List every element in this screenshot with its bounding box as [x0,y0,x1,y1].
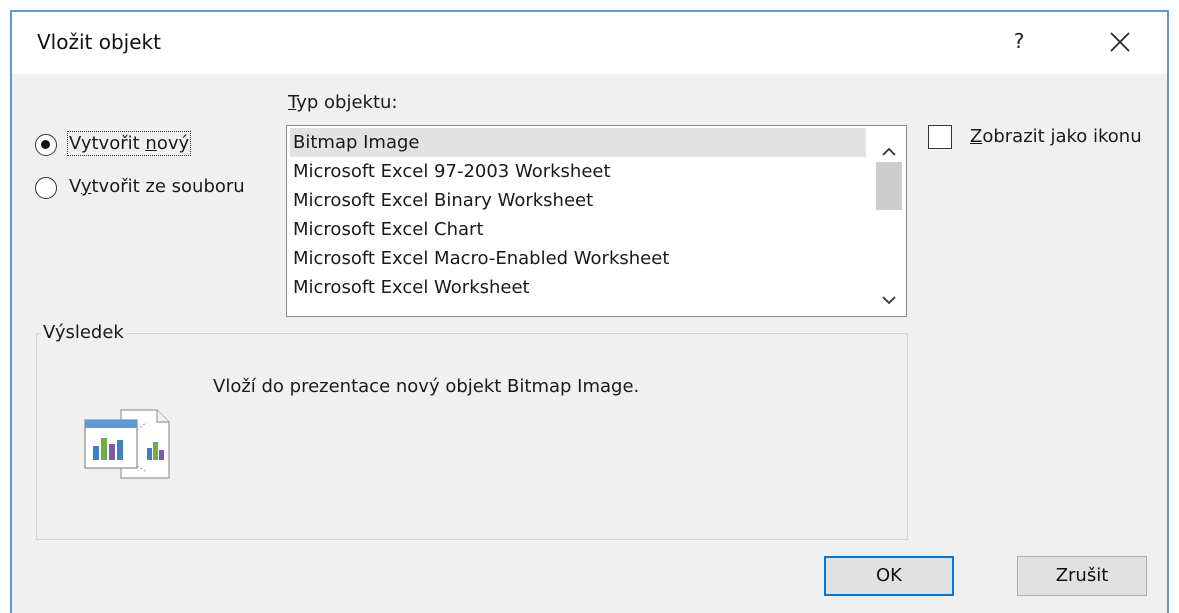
list-item[interactable]: Microsoft Excel Worksheet [290,273,866,302]
display-as-icon-checkbox[interactable]: Zobrazit jako ikonu [928,125,1168,155]
object-type-label: Typ objektu: [288,92,397,113]
title-bar: Vložit objekt ? [12,12,1167,74]
label-part: Vytvořit [69,133,146,154]
radio-create-new-circle[interactable] [35,134,57,156]
ok-button[interactable]: OK [824,556,954,596]
result-group: Výsledek Vloží do prezentace nový objekt… [36,322,908,540]
radio-create-from-file-label: Vytvořit ze souboru [69,176,245,197]
object-type-list[interactable]: Bitmap Image Microsoft Excel 97-2003 Wor… [286,125,907,317]
list-item[interactable]: Microsoft Excel Binary Worksheet [290,186,866,215]
radio-selected-dot [41,140,50,149]
cancel-button[interactable]: Zrušit [1017,556,1147,596]
close-icon [1110,32,1130,52]
label-part: ový [156,133,190,154]
dialog-title: Vložit objekt [37,30,161,54]
radio-create-new[interactable]: Vytvořit nový [35,131,285,161]
label-part: obrazit jako ikonu [982,126,1142,147]
result-description: Vloží do prezentace nový objekt Bitmap I… [213,376,640,397]
scroll-down-button[interactable] [872,284,906,314]
label-part: V [69,176,81,197]
list-item[interactable]: Microsoft Excel Macro-Enabled Worksheet [290,244,866,273]
list-item[interactable]: Microsoft Excel Chart [290,215,866,244]
checkbox-box[interactable] [928,125,952,149]
label-part: tvořit ze souboru [91,176,245,197]
scroll-thumb[interactable] [876,162,902,210]
chevron-down-icon [882,296,896,305]
label-accesskey: y [80,176,92,197]
help-button[interactable]: ? [997,20,1041,64]
radio-create-new-label: Vytvořit nový [66,131,192,156]
chevron-up-icon [882,147,896,156]
list-item[interactable]: Microsoft Excel 97-2003 Worksheet [290,157,866,186]
label-part: yp objektu: [296,92,398,113]
list-scrollbar[interactable] [872,126,906,316]
display-as-icon-label: Zobrazit jako ikonu [970,126,1142,147]
result-legend: Výsledek [41,322,126,343]
label-accesskey: T [288,92,297,113]
radio-create-from-file-circle[interactable] [35,177,57,199]
insert-object-dialog: Vložit objekt ? Vytvořit nový Vytvořit z… [10,10,1169,613]
label-accesskey: n [145,133,157,154]
embedded-object-icon [84,409,170,479]
list-item[interactable]: Bitmap Image [290,128,866,157]
radio-create-from-file[interactable]: Vytvořit ze souboru [35,174,285,204]
label-accesskey: Z [970,126,983,147]
close-button[interactable] [1096,20,1144,64]
